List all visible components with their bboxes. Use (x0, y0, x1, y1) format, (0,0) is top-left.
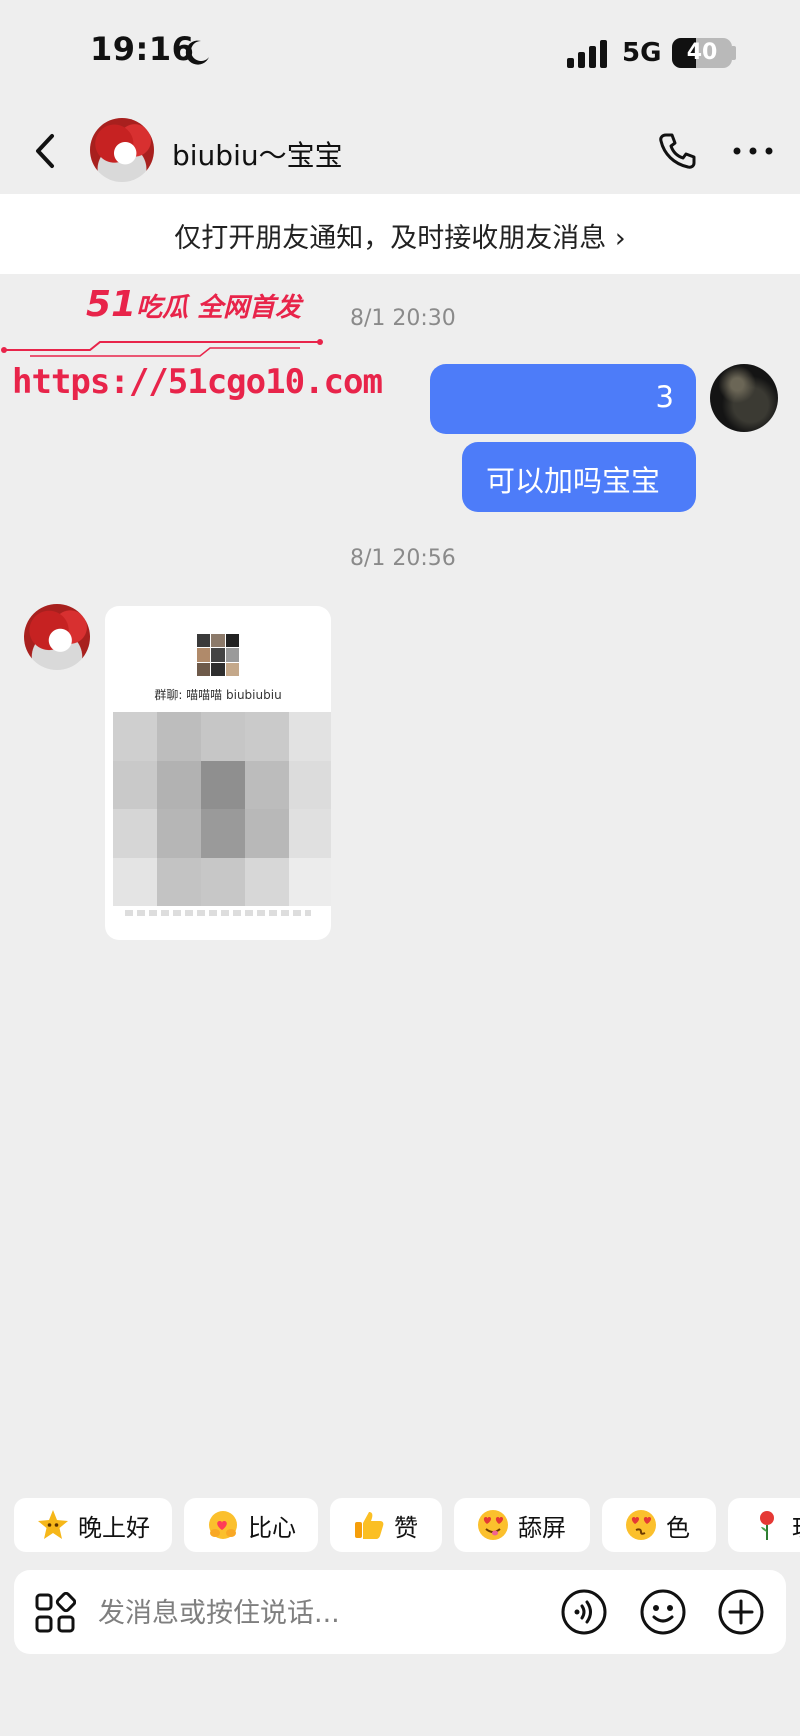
more-icon[interactable] (730, 136, 776, 166)
message-input[interactable] (96, 1586, 560, 1640)
sent-message-bubble[interactable]: 可以加吗宝宝 (462, 442, 696, 512)
heart-eyes-emoji-icon (626, 1510, 656, 1540)
status-time: 19:16 (90, 30, 195, 68)
battery-icon: 40 (672, 38, 732, 68)
group-name: 群聊: 喵喵喵 biubiubiu (154, 688, 282, 702)
thumbs-up-emoji-icon (355, 1512, 384, 1539)
watermark-slogan: 吃瓜 全网首发 (136, 293, 302, 323)
message-text: 3 (655, 380, 674, 414)
sent-message-bubble[interactable]: 3 (430, 364, 696, 434)
emoji-icon[interactable] (639, 1588, 687, 1636)
quick-reply-label: 赞 (394, 1513, 418, 1542)
heart-eyes-lick-emoji-icon (478, 1510, 508, 1540)
quick-reply-chip[interactable]: 色 (602, 1498, 716, 1552)
quick-reply-label: 舔屏 (518, 1513, 566, 1542)
quick-reply-label: 晚上好 (78, 1513, 150, 1542)
watermark: 51吃瓜 全网首发 https://51cgo10.com (0, 284, 383, 414)
notification-banner-text: 仅打开朋友通知，及时接收朋友消息 › (174, 223, 626, 254)
quick-reply-chip[interactable]: 舔屏 (454, 1498, 590, 1552)
voice-icon[interactable] (560, 1588, 608, 1636)
moon-icon (185, 40, 209, 65)
battery-level: 40 (686, 40, 718, 65)
quick-reply-label: 色 (666, 1513, 690, 1542)
quick-reply-chip[interactable]: 玫 (728, 1498, 800, 1552)
message-text: 可以加吗宝宝 (486, 464, 661, 498)
apps-icon[interactable] (34, 1592, 76, 1634)
contact-name[interactable]: biubiu～宝宝 (172, 134, 343, 174)
network-type: 5G (622, 38, 662, 68)
signal-icon (567, 40, 607, 68)
quick-reply-chip[interactable]: 赞 (330, 1498, 442, 1552)
quick-reply-chip[interactable]: 比心 (184, 1498, 318, 1552)
heart-hands-emoji-icon (209, 1511, 237, 1539)
quick-reply-label: 比心 (248, 1513, 296, 1542)
battery-nub (732, 46, 736, 60)
plus-icon[interactable] (717, 1588, 765, 1636)
quick-reply-chip[interactable]: 晚上好 (14, 1498, 172, 1552)
message-timestamp: 8/1 20:56 (350, 546, 456, 571)
group-thumbnail (197, 634, 239, 676)
watermark-circuit-decoration (1, 339, 323, 357)
star-emoji-icon (38, 1510, 68, 1539)
my-avatar[interactable] (710, 364, 778, 432)
watermark-title: 51吃瓜 全网首发 (86, 284, 301, 325)
quick-reply-label: 玫 (792, 1508, 800, 1543)
message-input-bar (14, 1570, 786, 1654)
group-invite-card[interactable]: 群聊: 喵喵喵 biubiubiu (105, 606, 331, 940)
sender-avatar[interactable] (24, 604, 90, 670)
friend-notification-banner[interactable]: 仅打开朋友通知，及时接收朋友消息 › (0, 194, 800, 274)
card-footer-text-blurred (125, 910, 311, 916)
phone-icon[interactable] (656, 130, 698, 172)
contact-avatar[interactable] (90, 118, 154, 182)
watermark-number: 51 (86, 284, 137, 325)
message-timestamp: 8/1 20:30 (350, 306, 456, 331)
watermark-url: https://51cgo10.com (12, 362, 383, 402)
rose-emoji-icon (760, 1511, 774, 1540)
back-icon[interactable] (26, 128, 66, 174)
qr-code-blurred (113, 712, 331, 906)
